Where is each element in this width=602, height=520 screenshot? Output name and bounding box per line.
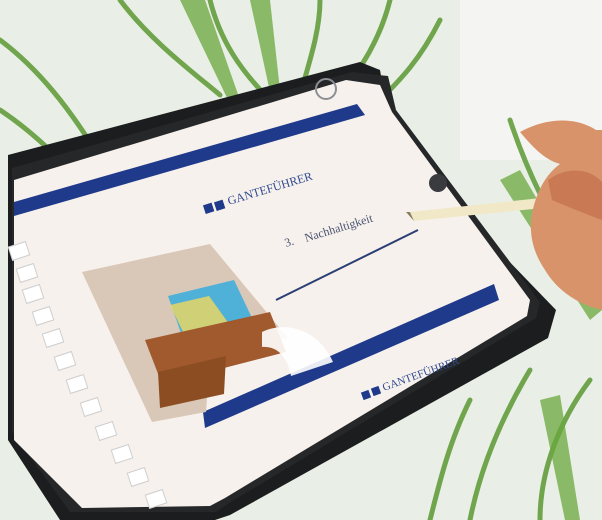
photo-scene: GANTEFÜHRER 3. Nachhaltigkeit GANTEFÜHRE…: [0, 0, 602, 520]
camera-icon: [429, 174, 447, 192]
